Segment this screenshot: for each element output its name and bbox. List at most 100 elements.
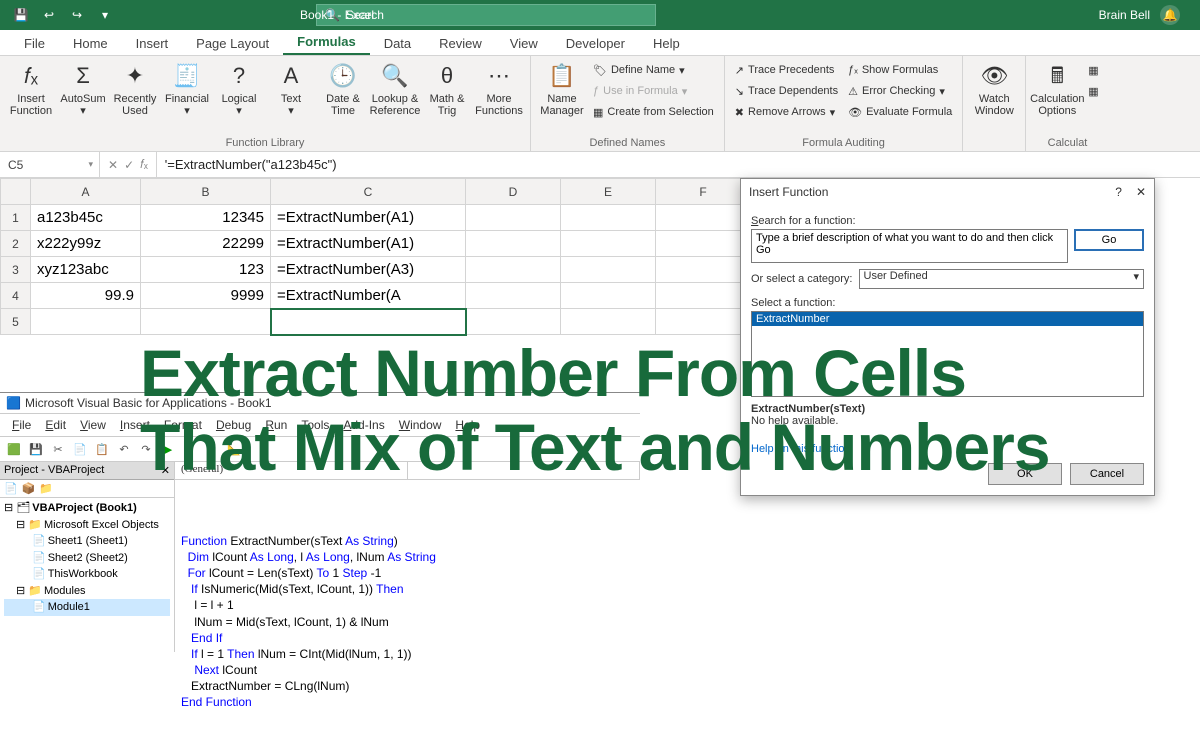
vba-menu-run[interactable]: Run (259, 416, 293, 434)
cell[interactable]: 22299 (141, 231, 271, 257)
row-header[interactable]: 4 (1, 283, 31, 309)
col-header[interactable]: A (31, 179, 141, 205)
help-link[interactable]: Help on this function (751, 443, 851, 455)
select-all-button[interactable] (1, 179, 31, 205)
col-header[interactable]: B (141, 179, 271, 205)
cell[interactable]: =ExtractNumber(A1) (271, 231, 466, 257)
vba-menu-window[interactable]: Window (393, 416, 448, 434)
vba-excel-icon[interactable]: 🟩 (4, 439, 24, 459)
cell[interactable]: =ExtractNumber(A (271, 283, 466, 309)
tab-insert[interactable]: Insert (122, 32, 183, 55)
cell[interactable]: 99.9 (31, 283, 141, 309)
trace-dependents-button[interactable]: ↘Trace Dependents (735, 81, 838, 101)
category-select[interactable]: User Defined▾ (859, 269, 1145, 289)
vba-menu-insert[interactable]: Insert (114, 416, 156, 434)
cell[interactable]: x222y99z (31, 231, 141, 257)
vba-save-icon[interactable]: 💾 (26, 439, 46, 459)
vba-menu-help[interactable]: Help (449, 416, 486, 434)
help-icon[interactable]: ? (1115, 185, 1122, 199)
close-icon[interactable]: ✕ (1136, 185, 1146, 199)
cell[interactable] (656, 283, 751, 309)
trace-precedents-button[interactable]: ↗Trace Precedents (735, 60, 838, 80)
view-object-icon[interactable]: 📦 (22, 482, 36, 495)
vba-run-icon[interactable]: ▶ (158, 439, 178, 459)
cell[interactable]: =ExtractNumber(A1) (271, 205, 466, 231)
evaluate-formula-button[interactable]: 👁Evaluate Formula (848, 102, 952, 122)
tree-project[interactable]: ⊟ 🗂 VBAProject (Book1) (4, 500, 170, 517)
define-name-button[interactable]: 🏷Define Name ▾ (593, 60, 714, 80)
vba-undo-icon[interactable]: ↶ (114, 439, 134, 459)
tab-formulas[interactable]: Formulas (283, 30, 370, 55)
cell[interactable] (141, 309, 271, 335)
vba-menu-addins[interactable]: Add-Ins (337, 416, 390, 434)
vba-design-icon[interactable]: 📐 (224, 439, 244, 459)
tree-sheet2[interactable]: 📄 Sheet2 (Sheet2) (4, 550, 170, 567)
vba-cut-icon[interactable]: ✂ (48, 439, 68, 459)
cell[interactable] (561, 257, 656, 283)
tab-help[interactable]: Help (639, 32, 694, 55)
vba-pause-icon[interactable]: ⏸ (180, 439, 200, 459)
tree-thisworkbook[interactable]: 📄 ThisWorkbook (4, 566, 170, 583)
cell[interactable] (31, 309, 141, 335)
tree-modules[interactable]: ⊟ 📁 Modules (4, 583, 170, 600)
user-avatar[interactable]: 🔔 (1160, 5, 1180, 25)
vba-menu-debug[interactable]: Debug (210, 416, 257, 434)
object-dropdown[interactable]: (General) (175, 462, 408, 479)
insert-function-button[interactable]: 𝑓ₓInsert Function (6, 58, 56, 119)
error-checking-button[interactable]: ⚠Error Checking ▾ (848, 81, 952, 101)
cell[interactable] (466, 205, 561, 231)
cell[interactable] (656, 205, 751, 231)
cell[interactable] (656, 231, 751, 257)
search-function-input[interactable]: Type a brief description of what you wan… (751, 229, 1068, 263)
cell[interactable] (561, 309, 656, 335)
logical-button[interactable]: ?Logical▾ (214, 58, 264, 119)
create-from-selection-button[interactable]: ▦Create from Selection (593, 102, 714, 122)
cell[interactable] (466, 257, 561, 283)
financial-button[interactable]: 🧾Financial▾ (162, 58, 212, 119)
row-header[interactable]: 3 (1, 257, 31, 283)
vba-menu-view[interactable]: View (74, 416, 112, 434)
watch-window-button[interactable]: 👁Watch Window (969, 58, 1019, 119)
vba-menu-edit[interactable]: Edit (39, 416, 72, 434)
save-icon[interactable]: 💾 (10, 4, 32, 26)
col-header[interactable]: C (271, 179, 466, 205)
cell[interactable] (561, 231, 656, 257)
undo-icon[interactable]: ↩ (38, 4, 60, 26)
go-button[interactable]: Go (1074, 229, 1144, 251)
row-header[interactable]: 1 (1, 205, 31, 231)
autosum-button[interactable]: ΣAutoSum▾ (58, 58, 108, 119)
name-manager-button[interactable]: 📋Name Manager (537, 58, 587, 119)
customize-qat-icon[interactable]: ▾ (94, 4, 116, 26)
recently-used-button[interactable]: ✦Recently Used (110, 58, 160, 119)
show-formulas-button[interactable]: ƒₓShow Formulas (848, 60, 952, 80)
col-header[interactable]: D (466, 179, 561, 205)
tab-view[interactable]: View (496, 32, 552, 55)
date-time-button[interactable]: 🕒Date & Time (318, 58, 368, 119)
vba-menu-tools[interactable]: Tools (295, 416, 335, 434)
cell[interactable]: =ExtractNumber(A3) (271, 257, 466, 283)
cell[interactable] (466, 309, 561, 335)
code-editor[interactable]: (General) Function ExtractNumber(sText A… (175, 462, 640, 652)
formula-input[interactable]: '=ExtractNumber("a123b45c") (157, 157, 1200, 172)
ok-button[interactable]: OK (988, 463, 1062, 485)
cell[interactable]: 12345 (141, 205, 271, 231)
close-icon[interactable]: ✕ (161, 464, 170, 477)
cell[interactable]: a123b45c (31, 205, 141, 231)
cell[interactable]: 123 (141, 257, 271, 283)
tree-module1[interactable]: 📄 Module1 (4, 599, 170, 616)
procedure-dropdown[interactable] (408, 462, 641, 479)
cell[interactable]: 9999 (141, 283, 271, 309)
vba-stop-icon[interactable]: ■ (202, 439, 222, 459)
col-header[interactable]: F (656, 179, 751, 205)
col-header[interactable]: E (561, 179, 656, 205)
active-cell[interactable] (271, 309, 466, 335)
calculation-options-button[interactable]: 🖩Calculation Options (1032, 58, 1082, 119)
cell[interactable]: xyz123abc (31, 257, 141, 283)
tree-excel-objects[interactable]: ⊟ 📁 Microsoft Excel Objects (4, 517, 170, 534)
row-header[interactable]: 5 (1, 309, 31, 335)
name-box[interactable]: C5 (0, 152, 100, 177)
cell[interactable] (656, 309, 751, 335)
remove-arrows-button[interactable]: ✖Remove Arrows ▾ (735, 102, 838, 122)
user-name[interactable]: Brain Bell (1099, 8, 1150, 22)
cell[interactable] (466, 231, 561, 257)
